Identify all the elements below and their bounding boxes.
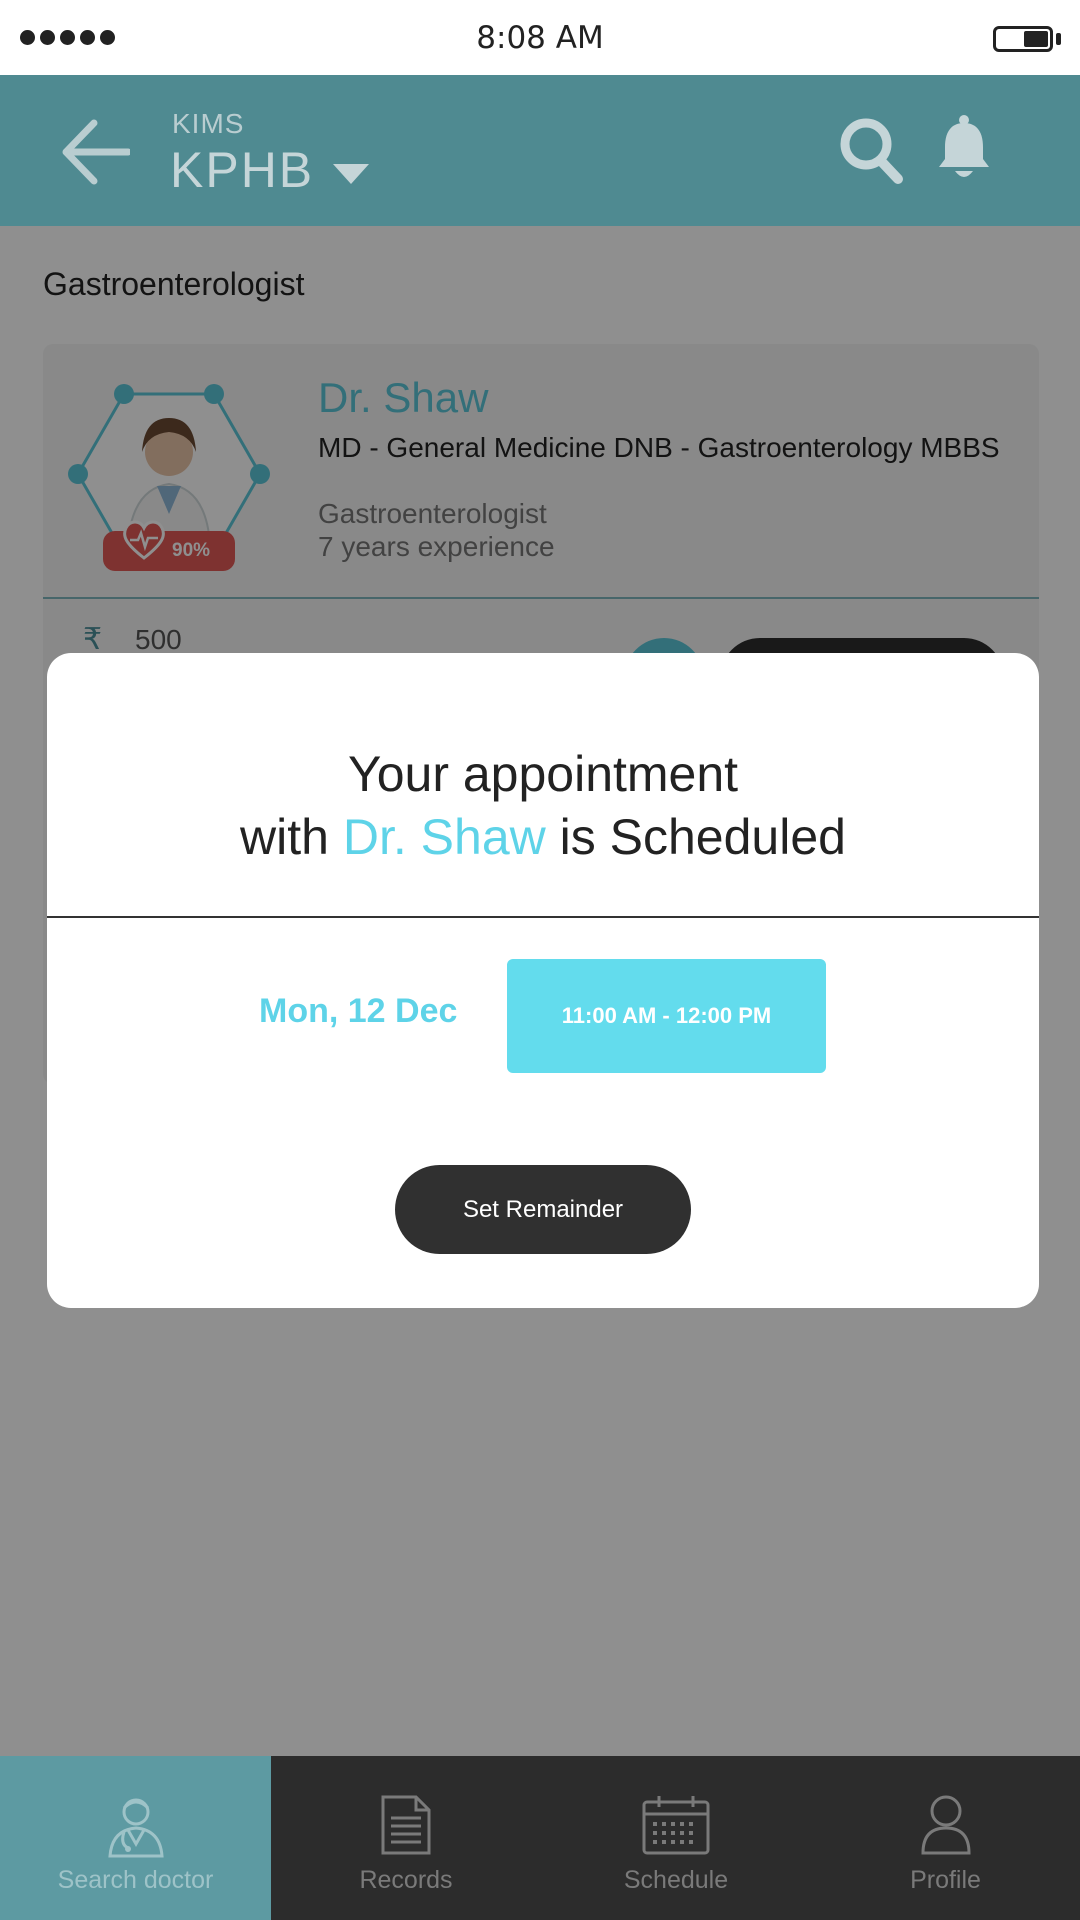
battery-tip: [1056, 33, 1061, 45]
status-time: 8:08 AM: [476, 20, 604, 56]
appointment-modal: Your appointment with Dr. Shaw is Schedu…: [47, 653, 1039, 1308]
hospital-name: KIMS: [172, 108, 245, 139]
modal-title-with: with: [240, 809, 329, 865]
chevron-down-icon[interactable]: [333, 164, 369, 184]
battery-icon: [993, 26, 1053, 52]
document-icon: [381, 1795, 431, 1855]
nav-item-records[interactable]: Records: [271, 1756, 541, 1920]
nav-label-search-doctor: Search doctor: [57, 1866, 214, 1894]
appointment-date: Mon, 12 Dec: [259, 992, 458, 1030]
nav-item-profile[interactable]: Profile: [811, 1756, 1080, 1920]
bell-icon[interactable]: [935, 113, 993, 183]
set-reminder-button[interactable]: Set Remainder: [395, 1165, 691, 1254]
modal-title-line2: with Dr. Shaw is Scheduled: [47, 808, 1039, 866]
nav-label-schedule: Schedule: [623, 1866, 729, 1894]
bottom-nav: Search doctor Records Schedule Profile: [0, 1756, 1080, 1920]
modal-title-suffix: is Scheduled: [559, 809, 846, 865]
search-icon[interactable]: [838, 115, 904, 185]
calendar-icon: [642, 1796, 710, 1855]
modal-divider: [47, 916, 1039, 918]
back-arrow-icon[interactable]: [60, 117, 130, 187]
location-selector[interactable]: KPHB: [170, 141, 314, 199]
nav-label-records: Records: [359, 1866, 453, 1894]
app-header: KIMS KPHB: [0, 75, 1080, 226]
nav-item-schedule[interactable]: Schedule: [541, 1756, 811, 1920]
nav-item-search-doctor[interactable]: Search doctor: [0, 1756, 271, 1920]
user-icon: [920, 1795, 971, 1855]
nav-label-profile: Profile: [910, 1866, 981, 1894]
time-slot-button[interactable]: 11:00 AM - 12:00 PM: [507, 959, 826, 1073]
status-bar: 8:08 AM: [0, 0, 1080, 75]
doctor-icon: [107, 1798, 164, 1858]
modal-doctor-name: Dr. Shaw: [342, 809, 546, 865]
modal-title-line1: Your appointment: [347, 746, 739, 802]
